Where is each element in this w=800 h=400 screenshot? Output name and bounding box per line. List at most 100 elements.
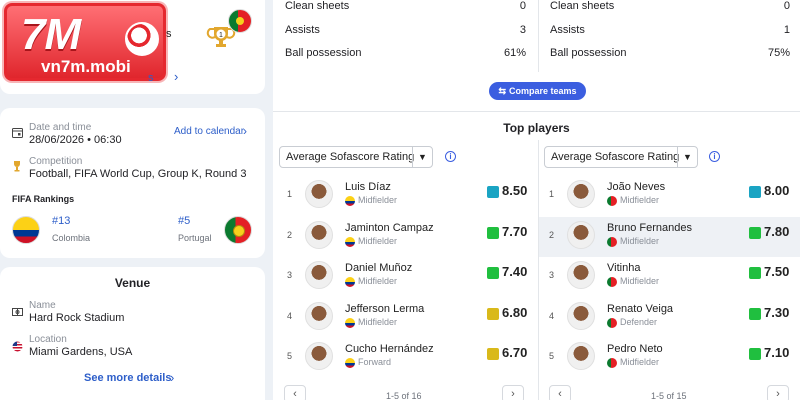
away-team-name: Portugal (178, 233, 212, 243)
compare-icon: ⇆ (498, 85, 506, 96)
player-position: Midfielder (620, 235, 660, 246)
left-stat-select[interactable]: Average Sofascore Rating ▼ (279, 146, 433, 168)
stat-label: Clean sheets (285, 0, 350, 12)
away-rank[interactable]: #5 (178, 215, 190, 227)
player-rating: 7.40 (502, 264, 528, 279)
player-avatar (305, 301, 333, 330)
stat-label: Clean sheets (550, 0, 615, 12)
player-rank: 1 (287, 189, 293, 199)
player-avatar (305, 261, 333, 289)
home-rank[interactable]: #13 (52, 215, 70, 227)
fifa-rankings-title: FIFA Rankings (12, 194, 75, 204)
rating-badge (487, 267, 499, 279)
watermark-logo: 7M vn7m.mobi (4, 3, 166, 81)
venue-name-label: Name (29, 300, 56, 311)
player-row[interactable]: 5 Pedro Neto Midfielder 7.10 (539, 338, 800, 378)
player-row[interactable]: 2 Bruno Fernandes Midfielder 7.80 (539, 216, 800, 257)
player-row[interactable]: 3 Vitinha Midfielder 7.50 (539, 257, 800, 297)
chevron-right-icon[interactable]: › (170, 370, 174, 385)
header-fragment-text: s (166, 28, 172, 40)
colombia-flag-icon (345, 317, 355, 328)
portugal-flag-icon (607, 358, 617, 368)
player-name: Cucho Hernández (345, 343, 434, 355)
player-name: Daniel Muñoz (345, 262, 413, 274)
player-row[interactable]: 2 Jaminton Campaz Midfielder 7.70 (277, 217, 541, 257)
player-rank: 2 (287, 229, 293, 240)
stat-label: Assists (550, 24, 585, 36)
player-rating: 7.70 (502, 223, 528, 239)
colombia-flag-icon (345, 236, 355, 247)
player-position: Defender (620, 316, 658, 327)
portugal-flag-icon (224, 216, 252, 244)
player-name: Jefferson Lerma (345, 302, 425, 315)
player-rating: 7.30 (764, 304, 790, 320)
player-rank: 1 (549, 189, 555, 199)
watermark-brand: 7M (21, 10, 81, 59)
player-rating: 7.50 (764, 264, 790, 279)
rating-badge (487, 307, 499, 320)
player-position: Midfielder (620, 276, 660, 286)
stat-value: 0 (783, 0, 790, 12)
header-fragment-link[interactable]: s (148, 72, 154, 84)
player-rank: 2 (549, 229, 555, 240)
add-to-calendar-link[interactable]: Add to calendar (174, 126, 244, 137)
info-icon[interactable]: i (445, 151, 456, 162)
compare-teams-label: Compare teams (509, 86, 577, 96)
player-position: Midfielder (620, 357, 660, 367)
next-page-button[interactable]: › (767, 385, 789, 400)
stat-value: 0 (519, 0, 526, 12)
player-name: Jaminton Campaz (345, 221, 434, 234)
date-label: Date and time (29, 122, 92, 133)
right-pager-text: 1-5 of 15 (651, 391, 687, 400)
stat-value: 3 (519, 24, 526, 36)
player-position: Midfielder (358, 195, 398, 205)
info-icon[interactable]: i (709, 151, 720, 162)
player-row[interactable]: 3 Daniel Muñoz Midfielder 7.40 (277, 257, 541, 297)
see-more-details-link[interactable]: See more details (84, 372, 171, 384)
player-name: Vitinha (607, 262, 641, 274)
competition-label: Competition (29, 156, 83, 167)
watermark-domain: vn7m.mobi (41, 57, 131, 76)
player-rank: 3 (549, 270, 555, 280)
player-rating: 8.50 (502, 183, 528, 198)
player-avatar (305, 342, 333, 370)
player-name: João Neves (607, 181, 666, 193)
player-rank: 5 (549, 351, 555, 361)
us-flag-icon (12, 341, 23, 355)
chevron-right-icon[interactable]: › (243, 124, 247, 138)
venue-location-value: Miami Gardens, USA (29, 346, 133, 358)
player-row[interactable]: 1 João Neves Midfielder 8.00 (539, 176, 800, 216)
player-row[interactable]: 4 Jefferson Lerma Midfielder 6.80 (277, 298, 541, 338)
rating-badge (749, 307, 761, 320)
right-stat-select[interactable]: Average Sofascore Rating ▼ (544, 146, 698, 168)
next-page-button[interactable]: › (502, 385, 524, 400)
portugal-flag-icon (607, 196, 617, 206)
player-rating: 6.70 (502, 345, 528, 360)
player-avatar (305, 180, 333, 208)
player-avatar (567, 261, 595, 289)
player-avatar (567, 342, 595, 370)
player-row[interactable]: 4 Renato Veiga Defender 7.30 (539, 298, 800, 338)
portugal-flag-icon (607, 317, 617, 328)
right-select-value: Average Sofascore Rating (551, 151, 680, 163)
player-name: Bruno Fernandes (607, 221, 692, 234)
time-value: 06:30 (94, 134, 122, 146)
prev-page-button[interactable]: ‹ (549, 385, 571, 400)
chevron-down-icon[interactable]: ▼ (677, 147, 697, 167)
player-position: Midfielder (358, 235, 398, 246)
date-value: 28/06/2026 (29, 134, 85, 146)
player-row[interactable]: 5 Cucho Hernández Forward 6.70 (277, 338, 541, 378)
portugal-flag-icon (228, 9, 252, 33)
player-position: Midfielder (358, 316, 398, 327)
compare-teams-button[interactable]: ⇆ Compare teams (489, 82, 586, 100)
calendar-icon (12, 127, 23, 141)
chevron-down-icon[interactable]: ▼ (412, 147, 432, 167)
venue-location-label: Location (29, 334, 67, 345)
prev-page-button[interactable]: ‹ (284, 385, 306, 400)
top-players-title: Top players (503, 121, 570, 135)
player-row[interactable]: 1 Luis Díaz Midfielder 8.50 (277, 176, 541, 216)
left-select-value: Average Sofascore Rating (286, 151, 415, 163)
player-avatar (567, 220, 595, 249)
rating-badge (487, 348, 499, 360)
chevron-right-icon[interactable]: › (174, 69, 178, 84)
